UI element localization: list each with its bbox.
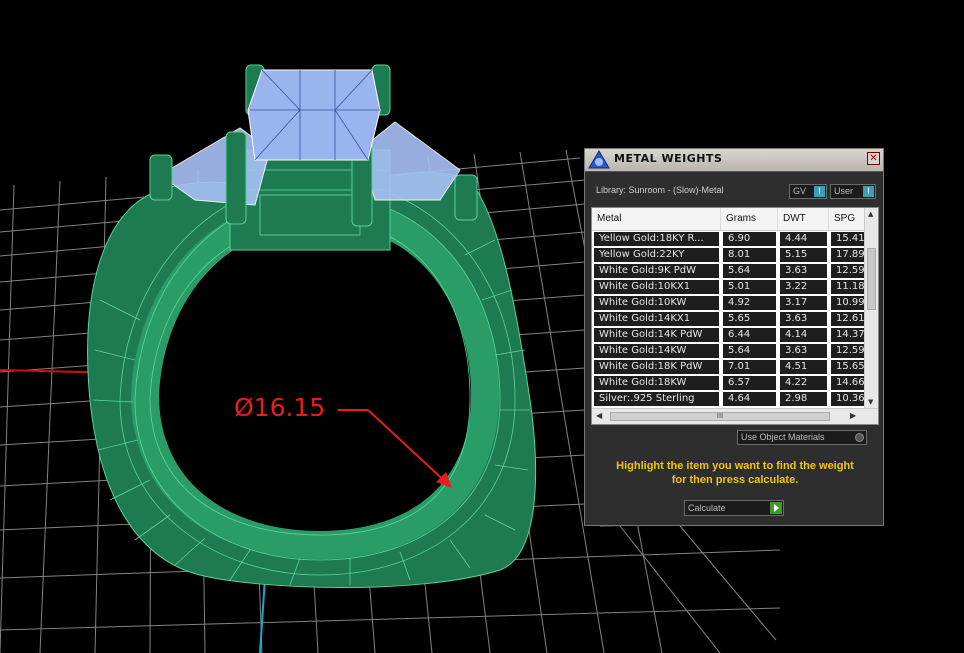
scroll-left-icon[interactable]: ◀	[596, 411, 602, 420]
table-row[interactable]: White Gold:10KX1 5.01 3.22 11.18	[592, 279, 871, 295]
grams-cell[interactable]: 5.64	[723, 344, 776, 358]
toggle-knob-icon	[855, 433, 864, 442]
panel-titlebar[interactable]: METAL WEIGHTS ✕	[585, 149, 883, 172]
table-row[interactable]: White Gold:18KW 6.57 4.22 14.66	[592, 375, 871, 391]
horizontal-scrollbar[interactable]: ◀ III ▶	[592, 408, 878, 424]
column-header-spg[interactable]: SPG	[829, 208, 869, 230]
calculate-label: Calculate	[688, 503, 726, 513]
table-body: Yellow Gold:18KY R... 6.90 4.44 15.41 Yellow…	[592, 231, 871, 407]
metal-cell[interactable]: Yellow Gold:18KY R...	[594, 232, 719, 246]
column-header-metal[interactable]: Metal	[592, 208, 721, 230]
table-row[interactable]: White Gold:9K PdW 5.64 3.63 12.59	[592, 263, 871, 279]
metal-cell[interactable]: White Gold:18K PdW	[594, 360, 719, 374]
metal-cell[interactable]: White Gold:14KW	[594, 344, 719, 358]
metal-cell[interactable]: Yellow Gold:22KY	[594, 248, 719, 262]
vertical-scrollbar[interactable]: ▲ ▼	[864, 208, 878, 408]
metal-weights-table: Metal Grams DWT SPG Yellow Gold:18KY R..…	[591, 207, 879, 425]
grams-cell[interactable]: 4.92	[723, 296, 776, 310]
table-header: Metal Grams DWT SPG	[592, 208, 869, 231]
use-object-materials-toggle[interactable]: Use Object Materials	[737, 430, 867, 445]
dwt-cell[interactable]: 3.22	[780, 280, 827, 294]
scroll-down-icon[interactable]: ▼	[868, 398, 873, 406]
panel-title: METAL WEIGHTS	[614, 152, 723, 165]
dwt-cell[interactable]: 3.63	[780, 312, 827, 326]
table-row[interactable]: Yellow Gold:18KY R... 6.90 4.44 15.41	[592, 231, 871, 247]
metal-cell[interactable]: White Gold:14K PdW	[594, 328, 719, 342]
table-row[interactable]: Silver:.925 Sterling 4.64 2.98 10.36	[592, 391, 871, 407]
user-toggle-icon: I	[863, 186, 874, 197]
user-label: User	[834, 186, 854, 196]
table-row[interactable]: White Gold:10KW 4.92 3.17 10.99	[592, 295, 871, 311]
grams-cell[interactable]: 4.64	[723, 392, 776, 406]
grams-cell[interactable]: 5.64	[723, 264, 776, 278]
metal-cell[interactable]: White Gold:9K PdW	[594, 264, 719, 278]
library-label: Library: Sunroom - (Slow)-Metal	[596, 185, 724, 195]
grams-cell[interactable]: 5.01	[723, 280, 776, 294]
column-header-grams[interactable]: Grams	[721, 208, 778, 230]
scroll-up-icon[interactable]: ▲	[868, 210, 873, 218]
app-logo-icon	[588, 150, 610, 169]
scroll-right-icon[interactable]: ▶	[850, 411, 856, 420]
dwt-cell[interactable]: 5.15	[780, 248, 827, 262]
dwt-cell[interactable]: 3.63	[780, 344, 827, 358]
dwt-cell[interactable]: 3.17	[780, 296, 827, 310]
table-row[interactable]: White Gold:14KX1 5.65 3.63 12.61	[592, 311, 871, 327]
instruction-text: Highlight the item you want to find the …	[595, 459, 875, 487]
dwt-cell[interactable]: 4.44	[780, 232, 827, 246]
gv-label: GV	[793, 186, 807, 196]
metal-weights-panel: METAL WEIGHTS ✕ Library: Sunroom - (Slow…	[584, 148, 884, 526]
diameter-label: Ø16.15	[234, 393, 326, 422]
table-row[interactable]: White Gold:14K PdW 6.44 4.14 14.37	[592, 327, 871, 343]
grams-cell[interactable]: 7.01	[723, 360, 776, 374]
grams-cell[interactable]: 6.90	[723, 232, 776, 246]
metal-cell[interactable]: Silver:.925 Sterling	[594, 392, 719, 406]
instruction-line-1: Highlight the item you want to find the …	[616, 460, 854, 472]
table-row[interactable]: White Gold:14KW 5.64 3.63 12.59	[592, 343, 871, 359]
table-row[interactable]: White Gold:18K PdW 7.01 4.51 15.65	[592, 359, 871, 375]
dwt-cell[interactable]: 4.51	[780, 360, 827, 374]
calculate-button[interactable]: Calculate	[684, 500, 784, 516]
table-row[interactable]: Yellow Gold:22KY 8.01 5.15 17.89	[592, 247, 871, 263]
use-object-materials-label: Use Object Materials	[741, 432, 825, 442]
grams-cell[interactable]: 6.44	[723, 328, 776, 342]
dwt-cell[interactable]: 3.63	[780, 264, 827, 278]
metal-cell[interactable]: White Gold:10KW	[594, 296, 719, 310]
dwt-cell[interactable]: 4.22	[780, 376, 827, 390]
metal-cell[interactable]: White Gold:14KX1	[594, 312, 719, 326]
dwt-cell[interactable]: 2.98	[780, 392, 827, 406]
horizontal-scroll-thumb[interactable]: III	[610, 412, 830, 421]
vertical-scroll-thumb[interactable]	[867, 248, 876, 310]
grams-cell[interactable]: 8.01	[723, 248, 776, 262]
user-toggle[interactable]: User I	[830, 184, 876, 199]
dwt-cell[interactable]: 4.14	[780, 328, 827, 342]
instruction-line-2: for then press calculate.	[671, 474, 799, 486]
metal-cell[interactable]: White Gold:10KX1	[594, 280, 719, 294]
grams-cell[interactable]: 6.57	[723, 376, 776, 390]
gv-toggle[interactable]: GV I	[789, 184, 827, 199]
play-arrow-icon	[770, 502, 782, 514]
column-header-dwt[interactable]: DWT	[778, 208, 829, 230]
grams-cell[interactable]: 5.65	[723, 312, 776, 326]
gv-toggle-icon: I	[814, 186, 825, 197]
ring-model[interactable]	[87, 64, 537, 588]
metal-cell[interactable]: White Gold:18KW	[594, 376, 719, 390]
close-icon[interactable]: ✕	[867, 152, 880, 165]
